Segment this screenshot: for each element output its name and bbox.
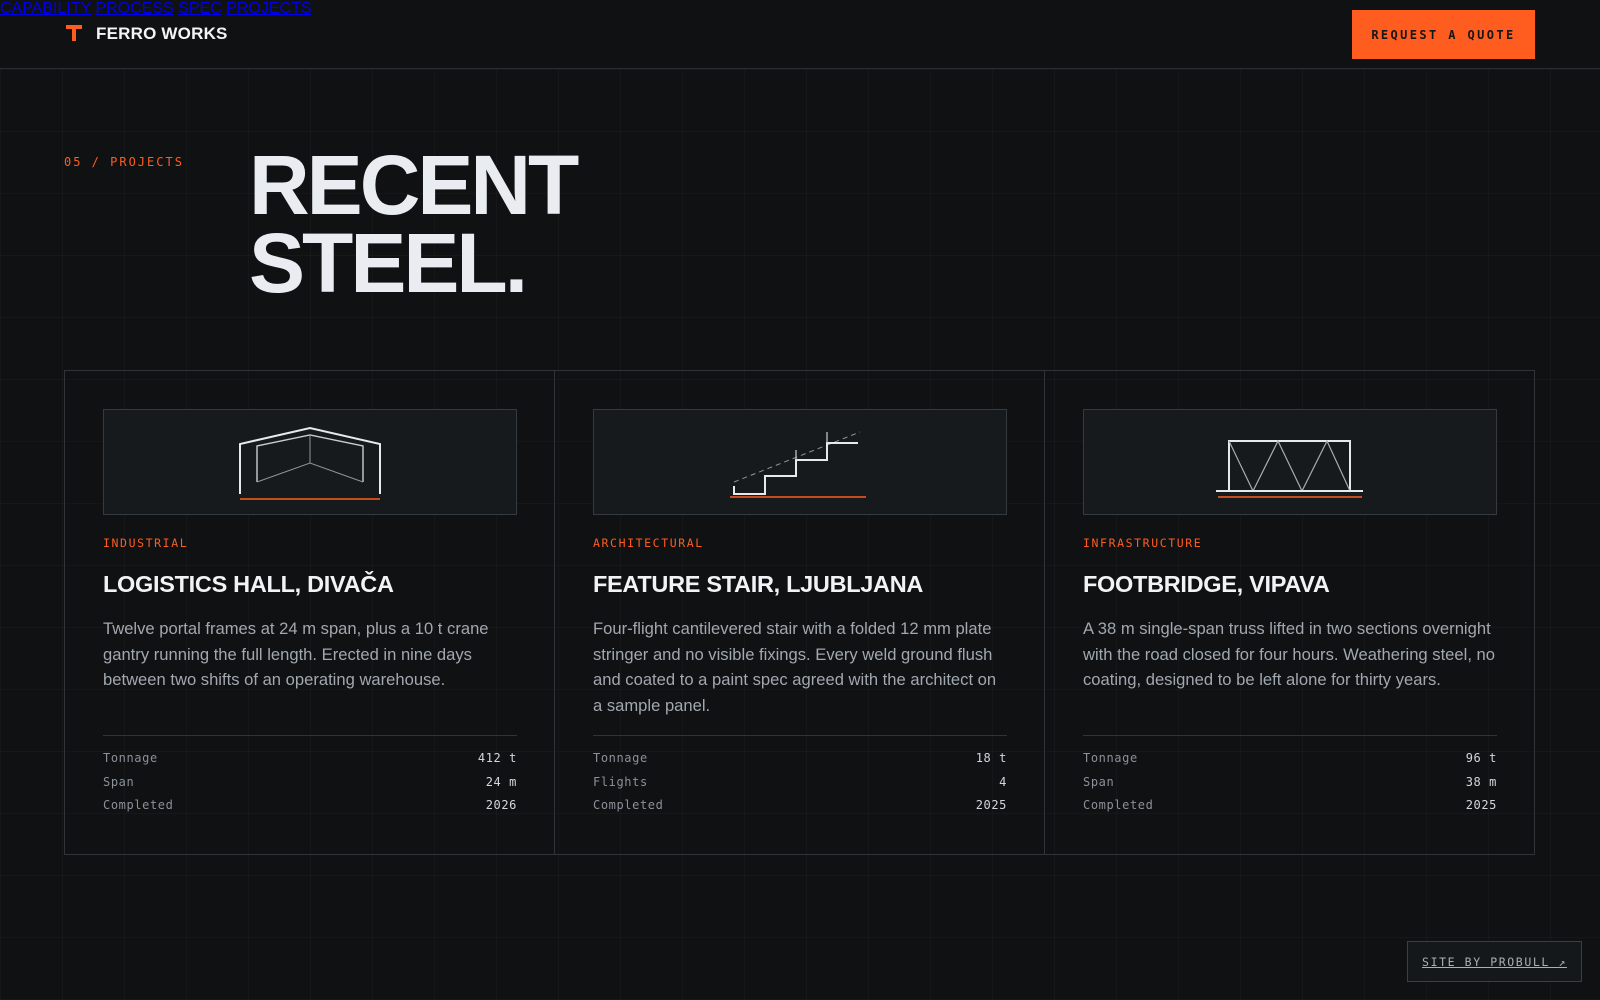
t-beam-logo-icon (66, 25, 82, 41)
project-thumbnail (103, 409, 517, 515)
page-title-line-2: STEEL. (249, 216, 528, 310)
spec-value: 24 m (485, 774, 517, 789)
project-thumbnail (593, 409, 1007, 515)
nav-link-spec[interactable]: SPEC (178, 0, 222, 17)
spec-row: Completed 2025 (1083, 798, 1497, 822)
nav-link-process[interactable]: PROCESS (95, 0, 173, 17)
nav-link-capability[interactable]: CAPABILITY (0, 0, 91, 17)
brand-name: FERRO WORKS (96, 24, 228, 43)
project-thumbnail (1083, 409, 1497, 515)
spec-label: Tonnage (103, 751, 158, 765)
page-title: RECENT STEEL. (249, 138, 949, 310)
project-specs: Tonnage 412 t Span 24 m Completed 2026 (103, 735, 517, 822)
spec-value: 96 t (1465, 751, 1497, 765)
spec-label: Completed (103, 798, 174, 812)
project-card-footbridge[interactable]: INFRASTRUCTURE FOOTBRIDGE, VIPAVA A 38 m… (1045, 371, 1534, 854)
projects-grid: INDUSTRIAL LOGISTICS HALL, DIVAČA Twelve… (64, 370, 1535, 855)
spec-value: 4 (999, 774, 1007, 789)
spec-row: Tonnage 96 t (1083, 751, 1497, 775)
spec-label: Tonnage (1083, 751, 1138, 765)
spec-value: 412 t (477, 751, 517, 765)
project-description: A 38 m single-span truss lifted in two s… (1083, 619, 1495, 689)
spec-label: Span (1083, 774, 1115, 789)
project-title[interactable]: FEATURE STAIR, LJUBLJANA (593, 571, 1023, 598)
nav-link-projects[interactable]: PROJECTS (226, 0, 311, 17)
project-category: ARCHITECTURAL (593, 536, 704, 550)
project-card-logistics-hall[interactable]: INDUSTRIAL LOGISTICS HALL, DIVAČA Twelve… (65, 371, 555, 854)
spec-value: 18 t (975, 751, 1007, 765)
spec-row: Completed 2026 (103, 798, 517, 822)
truss-bridge-icon (1216, 439, 1363, 498)
page-title-line-1: RECENT (249, 138, 579, 232)
spec-row: Tonnage 412 t (103, 751, 517, 775)
spec-value: 2025 (1465, 798, 1497, 812)
spec-label: Completed (593, 798, 664, 812)
spec-label: Completed (1083, 798, 1154, 812)
project-specs: Tonnage 18 t Flights 4 Completed 2025 (593, 735, 1007, 822)
section-tag: 05 / PROJECTS (64, 155, 184, 169)
project-category: INDUSTRIAL (103, 536, 189, 550)
brand-logo[interactable]: FERRO WORKS (64, 22, 228, 46)
project-specs: Tonnage 96 t Span 38 m Completed 2025 (1083, 735, 1497, 822)
spec-label: Span (103, 774, 135, 789)
project-title[interactable]: FOOTBRIDGE, VIPAVA (1083, 571, 1513, 598)
stair-icon (730, 431, 866, 498)
spec-label: Tonnage (593, 751, 648, 765)
project-category: INFRASTRUCTURE (1083, 536, 1203, 550)
portal-frame-hall-icon (239, 426, 381, 500)
spec-row: Span 38 m (1083, 775, 1497, 799)
project-title[interactable]: LOGISTICS HALL, DIVAČA (103, 571, 533, 598)
project-card-feature-stair[interactable]: ARCHITECTURAL FEATURE STAIR, LJUBLJANA F… (555, 371, 1045, 854)
spec-row: Span 24 m (103, 775, 517, 799)
spec-value: 2025 (975, 798, 1007, 812)
spec-label: Flights (593, 774, 648, 789)
spec-row: Completed 2025 (593, 798, 1007, 822)
project-description: Four-flight cantilevered stair with a fo… (593, 619, 997, 715)
request-quote-button[interactable]: REQUEST A QUOTE (1352, 10, 1535, 59)
site-credit-link[interactable]: SITE BY PROBULL ↗ (1407, 941, 1582, 982)
top-navigation-bar: FERRO WORKS CAPABILITY PROCESS SPEC PROJ… (0, 0, 1600, 69)
spec-value: 2026 (485, 798, 517, 812)
spec-value: 38 m (1465, 774, 1497, 789)
project-description: Twelve portal frames at 24 m span, plus … (103, 619, 489, 689)
spec-row: Flights 4 (593, 775, 1007, 799)
spec-row: Tonnage 18 t (593, 751, 1007, 775)
